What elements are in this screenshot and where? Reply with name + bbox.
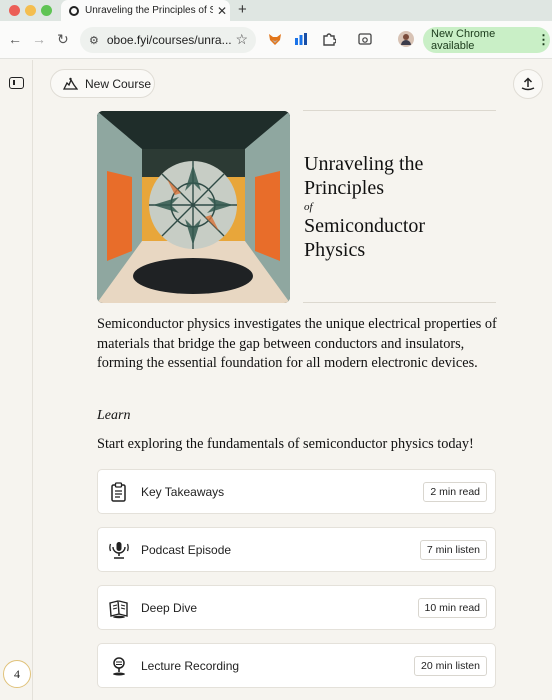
- title-line-2: Principles: [304, 177, 384, 199]
- url-text: oboe.fyi/courses/unra...: [106, 33, 232, 47]
- card-label: Lecture Recording: [141, 658, 240, 673]
- new-course-label: New Course: [85, 76, 152, 91]
- bookmark-star-icon[interactable]: ☆: [235, 31, 248, 48]
- course-description: Semiconductor physics investigates the u…: [97, 316, 497, 371]
- close-window-button[interactable]: [9, 5, 20, 16]
- step-counter-badge[interactable]: 4: [3, 660, 31, 688]
- left-sidebar: [0, 60, 33, 700]
- course-title: Unraveling the Principles of Semiconduct…: [304, 152, 494, 262]
- new-course-button[interactable]: New Course: [50, 69, 155, 98]
- title-of: of: [304, 201, 313, 213]
- address-bar[interactable]: ⚙ oboe.fyi/courses/unra... ☆: [80, 27, 256, 53]
- maximize-window-button[interactable]: [41, 5, 52, 16]
- new-tab-button[interactable]: +: [238, 1, 247, 19]
- hero-top-divider: [303, 110, 496, 111]
- duration-badge: 7 min listen: [419, 539, 487, 560]
- extensions-puzzle-icon[interactable]: [322, 32, 336, 46]
- learn-heading: Learn: [97, 408, 131, 423]
- title-line-4: Physics: [304, 239, 366, 261]
- more-menu-icon[interactable]: ⋮: [537, 32, 550, 48]
- learn-subtitle: Start exploring the fundamentals of semi…: [97, 436, 474, 452]
- clipboard-list-icon: [111, 481, 126, 502]
- share-button[interactable]: [513, 69, 543, 99]
- lecture-mic-icon: [113, 656, 125, 675]
- new-chrome-available-button[interactable]: New Chrome available ⋮: [423, 27, 550, 53]
- browser-toolbar: ← → ↻ ⚙ oboe.fyi/courses/unra... ☆ New C…: [0, 21, 552, 59]
- duration-badge: 2 min read: [423, 481, 487, 502]
- title-line-1: Unraveling the: [304, 153, 424, 175]
- metamask-fox-icon[interactable]: [268, 32, 282, 46]
- browser-tab-strip: Unraveling the Principles of S ✕ +: [0, 0, 552, 21]
- forward-arrow-icon[interactable]: →: [32, 31, 46, 47]
- hero-bottom-divider: [303, 302, 496, 303]
- back-arrow-icon[interactable]: ←: [8, 31, 22, 47]
- podcast-mic-icon: [109, 541, 129, 559]
- card-lecture-recording[interactable]: Lecture Recording 20 min listen: [97, 643, 496, 688]
- duration-badge: 20 min listen: [414, 655, 487, 676]
- card-podcast-episode[interactable]: Podcast Episode 7 min listen: [97, 527, 496, 572]
- card-deep-dive[interactable]: Deep Dive 10 min read: [97, 585, 496, 630]
- open-book-icon: [109, 599, 128, 618]
- card-label: Podcast Episode: [141, 542, 232, 557]
- share-upload-icon: [521, 76, 535, 90]
- tab-title: Unraveling the Principles of S: [85, 5, 213, 16]
- tab-close-icon[interactable]: ✕: [217, 5, 227, 17]
- duration-badge: 10 min read: [417, 597, 487, 618]
- tab-search-icon[interactable]: [358, 32, 372, 46]
- analytics-extension-icon[interactable]: [294, 32, 308, 46]
- browser-tab[interactable]: Unraveling the Principles of S ✕: [61, 0, 230, 21]
- site-settings-icon[interactable]: ⚙: [89, 34, 99, 47]
- card-label: Deep Dive: [141, 600, 198, 615]
- card-key-takeaways[interactable]: Key Takeaways 2 min read: [97, 469, 496, 514]
- minimize-window-button[interactable]: [25, 5, 36, 16]
- new-course-icon: [63, 77, 78, 90]
- profile-avatar[interactable]: [398, 31, 414, 47]
- course-cover-image: [97, 111, 290, 303]
- title-line-3: Semiconductor: [304, 215, 426, 237]
- card-label: Key Takeaways: [141, 484, 225, 499]
- sidebar-toggle-icon[interactable]: [9, 77, 24, 89]
- site-favicon-icon: [69, 5, 79, 16]
- reload-icon[interactable]: ↻: [57, 31, 69, 47]
- new-chrome-label: New Chrome available: [431, 28, 496, 52]
